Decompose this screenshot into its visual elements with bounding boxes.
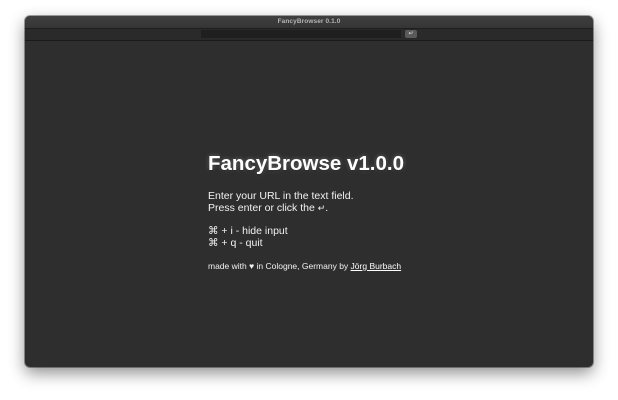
credits-footer: made with ♥ in Cologne, Germany by Jörg … <box>208 261 404 272</box>
url-toolbar: ↵ <box>25 29 593 41</box>
page-title: FancyBrowse v1.0.0 <box>208 152 404 175</box>
footer-prefix: made with <box>208 261 250 271</box>
footer-middle: in Cologne, Germany by <box>254 261 351 271</box>
welcome-content: FancyBrowse v1.0.0 Enter your URL in the… <box>208 152 404 281</box>
instruction-line-2-prefix: Press enter or click the <box>208 201 318 214</box>
go-button[interactable]: ↵ <box>405 30 417 38</box>
shortcut-quit: ⌘ + q - quit <box>208 236 263 249</box>
window-title: FancyBrowser 0.1.0 <box>277 18 341 25</box>
shortcut-hide-input: ⌘ + i - hide input <box>208 225 288 237</box>
browser-window: FancyBrowser 0.1.0 ↵ FancyBrowse v1.0.0 … <box>25 16 593 367</box>
instruction-line-2: Press enter or click the ↵. <box>208 201 404 215</box>
title-bar[interactable]: FancyBrowser 0.1.0 <box>25 16 593 29</box>
return-icon: ↵ <box>408 31 414 37</box>
url-input[interactable] <box>201 30 401 38</box>
instructions: Enter your URL in the text field. Press … <box>208 190 404 215</box>
author-link[interactable]: Jörg Burbach <box>351 261 402 271</box>
keyboard-shortcuts: ⌘ + i - hide input ⌘ + q - quit <box>208 225 404 249</box>
instruction-line-2-suffix: . <box>325 201 329 214</box>
